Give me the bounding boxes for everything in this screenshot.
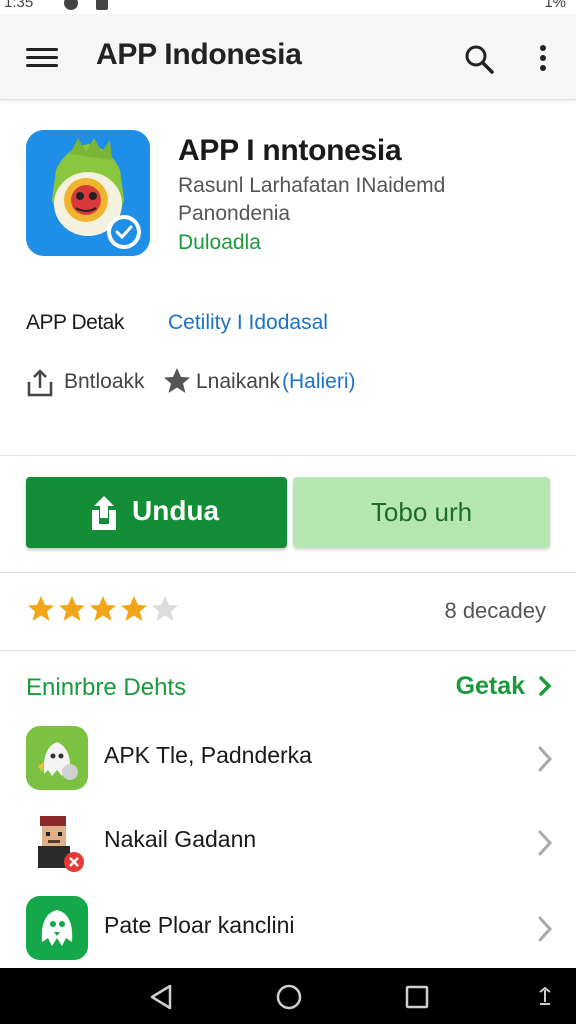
app-name: APP I nntonesia — [178, 134, 402, 167]
secondary-button-label: Tobo urh — [370, 497, 473, 527]
list-item[interactable]: Pate Ploar kanclini — [0, 886, 576, 970]
share-icon[interactable] — [26, 368, 54, 398]
star-filled-icon — [90, 596, 116, 621]
share-label[interactable]: Bntloakk — [64, 370, 145, 394]
list-item-title: APK Tle, Padnderka — [104, 742, 312, 768]
app-developer[interactable]: Rasunl Larhafatan INaidemd — [178, 174, 445, 198]
rank-label: Lnaikank — [196, 370, 281, 393]
upload-icon — [92, 496, 116, 530]
rating-count: 8 decadey — [444, 598, 546, 623]
star-filled-icon — [28, 596, 54, 621]
chevron-right-icon — [538, 746, 553, 772]
more-options-icon[interactable] — [528, 40, 558, 76]
app-bar: APP Indonesia — [0, 14, 576, 100]
chevron-right-icon — [539, 676, 552, 696]
menu-icon[interactable] — [22, 42, 60, 72]
app-tag: Duloadla — [178, 231, 261, 254]
status-bar: 1:35 1% — [0, 0, 576, 14]
status-time: 1:35 — [4, 0, 34, 11]
section-more-link[interactable]: Getak — [456, 672, 552, 701]
divider — [0, 650, 576, 651]
secondary-button[interactable]: Tobo urh — [293, 477, 550, 548]
star-icon — [164, 368, 190, 393]
app-icon — [26, 130, 150, 256]
section-more-label: Getak — [455, 672, 526, 700]
app-thumbnail — [26, 810, 88, 874]
install-button-label: Undua — [132, 495, 220, 526]
list-item-title: Nakail Gadann — [104, 826, 257, 852]
keyboard-switch-icon[interactable] — [530, 982, 560, 1012]
app-bar-title: APP Indonesia — [96, 38, 302, 71]
system-nav-bar — [0, 968, 576, 1024]
home-icon[interactable] — [274, 982, 304, 1012]
download-icon — [96, 0, 108, 10]
chevron-right-icon — [538, 916, 553, 942]
section-title: Eninrbre Dehts — [26, 674, 187, 701]
divider — [0, 572, 576, 573]
star-empty-icon — [152, 596, 178, 621]
details-link[interactable]: Cetility I Idodasal — [168, 311, 328, 335]
list-item[interactable]: Nakail Gadann — [0, 800, 576, 884]
divider — [0, 455, 576, 456]
search-icon[interactable] — [462, 42, 496, 76]
back-icon[interactable] — [146, 982, 176, 1012]
star-filled-icon — [59, 596, 85, 621]
details-label: APP Detak — [26, 311, 124, 334]
app-thumbnail — [26, 896, 88, 960]
install-button[interactable]: Undua — [26, 477, 287, 548]
battery-percent: 1% — [544, 0, 566, 11]
app-subtitle: Panondenia — [178, 202, 291, 225]
star-filled-icon — [121, 596, 147, 621]
app-thumbnail — [26, 726, 88, 790]
list-item[interactable]: APK Tle, Padnderka — [0, 716, 576, 800]
rank-link[interactable]: (Halieri) — [282, 370, 356, 394]
list-item-title: Pate Ploar kanclini — [104, 912, 295, 938]
notification-icon — [64, 0, 78, 10]
recents-icon[interactable] — [402, 982, 432, 1012]
chevron-right-icon — [538, 830, 553, 856]
